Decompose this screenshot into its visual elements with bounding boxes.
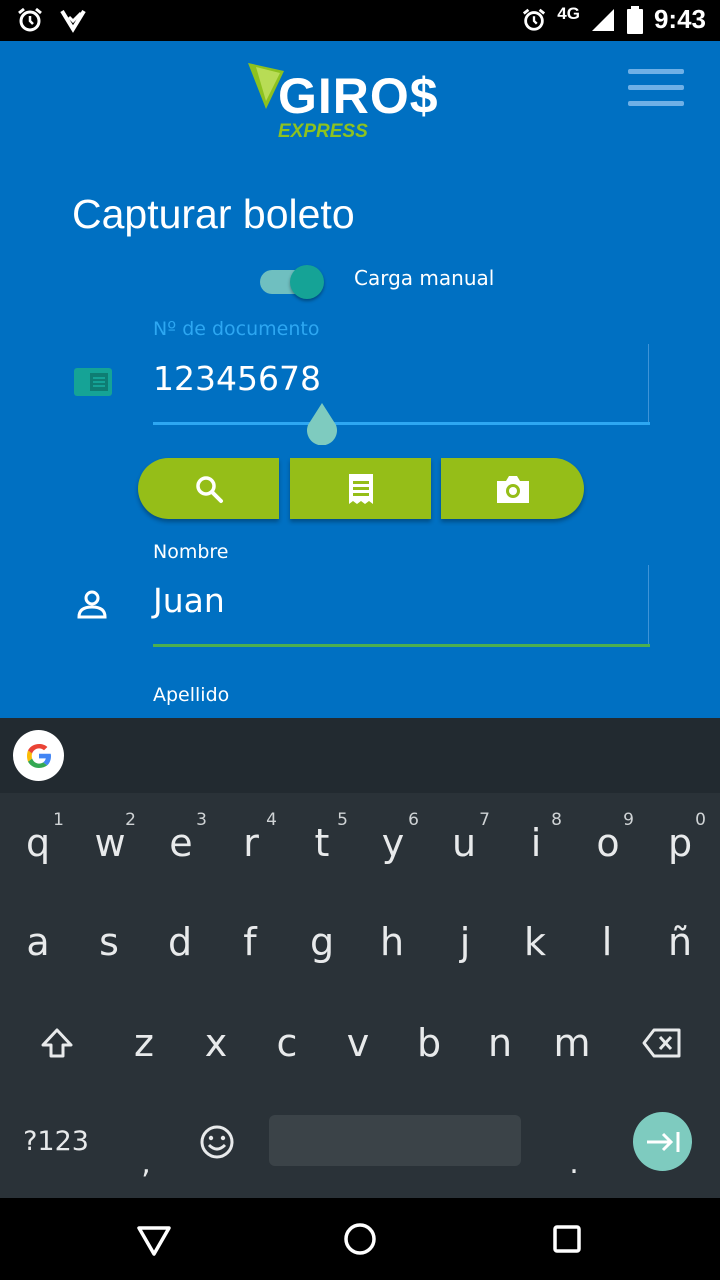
next-field-key[interactable] bbox=[633, 1112, 692, 1171]
shift-icon bbox=[41, 1028, 73, 1058]
document-field-border bbox=[648, 344, 649, 424]
key-u[interactable]: u7 bbox=[428, 798, 500, 888]
backspace-icon bbox=[642, 1028, 681, 1058]
manual-load-label: Carga manual bbox=[354, 266, 495, 290]
emoji-key[interactable] bbox=[190, 1118, 244, 1172]
key-r[interactable]: r4 bbox=[215, 798, 287, 888]
signal-icon bbox=[591, 8, 614, 31]
key-o[interactable]: o9 bbox=[572, 798, 644, 888]
keyboard-suggestion-bar bbox=[0, 718, 720, 793]
status-bar: 4G 9:43 bbox=[0, 0, 720, 41]
key-j[interactable]: j bbox=[429, 897, 501, 987]
receipt-icon bbox=[348, 473, 373, 504]
recents-icon[interactable] bbox=[546, 1218, 588, 1260]
logo-text: GIRO$ bbox=[278, 68, 439, 124]
key-v[interactable]: v bbox=[322, 998, 394, 1088]
alarm-icon bbox=[18, 7, 42, 32]
key-enye[interactable]: ñ bbox=[644, 897, 716, 987]
person-icon bbox=[77, 590, 107, 619]
back-icon[interactable] bbox=[133, 1218, 175, 1260]
name-field-label: Nombre bbox=[153, 541, 229, 563]
shift-key[interactable] bbox=[21, 998, 93, 1088]
key-g[interactable]: g bbox=[286, 897, 358, 987]
key-w[interactable]: w2 bbox=[74, 798, 146, 888]
key-c[interactable]: c bbox=[251, 998, 323, 1088]
key-b[interactable]: b bbox=[393, 998, 465, 1088]
hamburger-menu-icon[interactable] bbox=[628, 69, 684, 109]
search-icon bbox=[195, 475, 223, 503]
app-screen: GIRO$ EXPRESS Capturar boleto Carga manu… bbox=[0, 41, 720, 718]
google-g-icon bbox=[26, 743, 51, 768]
home-icon[interactable] bbox=[339, 1218, 381, 1260]
logo-subtext: EXPRESS bbox=[278, 121, 368, 142]
key-m[interactable]: m bbox=[536, 998, 608, 1088]
backspace-key[interactable] bbox=[626, 998, 698, 1088]
key-k[interactable]: k bbox=[499, 897, 571, 987]
google-search-button[interactable] bbox=[13, 730, 64, 781]
keyboard: q1 w2 e3 r4 t5 y6 u7 i8 o9 p0 a s d f g … bbox=[0, 793, 720, 1198]
receipt-button[interactable] bbox=[290, 458, 431, 519]
id-card-icon bbox=[74, 368, 112, 396]
clock: 9:43 bbox=[653, 4, 706, 34]
comma-key[interactable]: , bbox=[110, 1111, 182, 1181]
space-key[interactable] bbox=[269, 1115, 521, 1166]
emoji-icon bbox=[200, 1125, 234, 1159]
text-cursor-handle[interactable] bbox=[305, 403, 339, 445]
key-d[interactable]: d bbox=[144, 897, 216, 987]
key-l[interactable]: l bbox=[571, 897, 643, 987]
key-i[interactable]: i8 bbox=[500, 798, 572, 888]
name-field-underline bbox=[153, 644, 650, 647]
navigation-bar bbox=[0, 1198, 720, 1280]
camera-button[interactable] bbox=[441, 458, 584, 519]
document-actions bbox=[138, 458, 584, 519]
name-field-border bbox=[648, 565, 649, 645]
name-input[interactable]: Juan bbox=[153, 581, 225, 620]
page-title: Capturar boleto bbox=[72, 191, 355, 237]
key-s[interactable]: s bbox=[73, 897, 145, 987]
document-field-underline bbox=[153, 422, 650, 425]
manual-load-toggle[interactable] bbox=[260, 265, 326, 299]
key-f[interactable]: f bbox=[214, 897, 286, 987]
key-p[interactable]: p0 bbox=[644, 798, 716, 888]
symbols-key[interactable]: ?123 bbox=[10, 1111, 102, 1171]
key-y[interactable]: y6 bbox=[357, 798, 429, 888]
network-type: 4G bbox=[557, 3, 580, 23]
key-x[interactable]: x bbox=[180, 998, 252, 1088]
document-field-label: Nº de documento bbox=[153, 318, 320, 340]
period-key[interactable]: . bbox=[538, 1111, 610, 1181]
document-input[interactable]: 12345678 bbox=[153, 359, 321, 398]
key-t[interactable]: t5 bbox=[286, 798, 358, 888]
surname-field-label: Apellido bbox=[153, 684, 230, 706]
key-n[interactable]: n bbox=[464, 998, 536, 1088]
battery-icon bbox=[626, 5, 643, 34]
key-z[interactable]: z bbox=[108, 998, 180, 1088]
key-e[interactable]: e3 bbox=[145, 798, 217, 888]
tab-next-icon bbox=[646, 1131, 679, 1152]
giros-logo: GIRO$ EXPRESS bbox=[246, 61, 446, 145]
notification-check-icon bbox=[60, 9, 86, 33]
search-button[interactable] bbox=[138, 458, 279, 519]
alarm-icon bbox=[523, 8, 546, 31]
key-a[interactable]: a bbox=[2, 897, 74, 987]
camera-icon bbox=[496, 475, 529, 503]
key-h[interactable]: h bbox=[356, 897, 428, 987]
key-q[interactable]: q1 bbox=[2, 798, 74, 888]
